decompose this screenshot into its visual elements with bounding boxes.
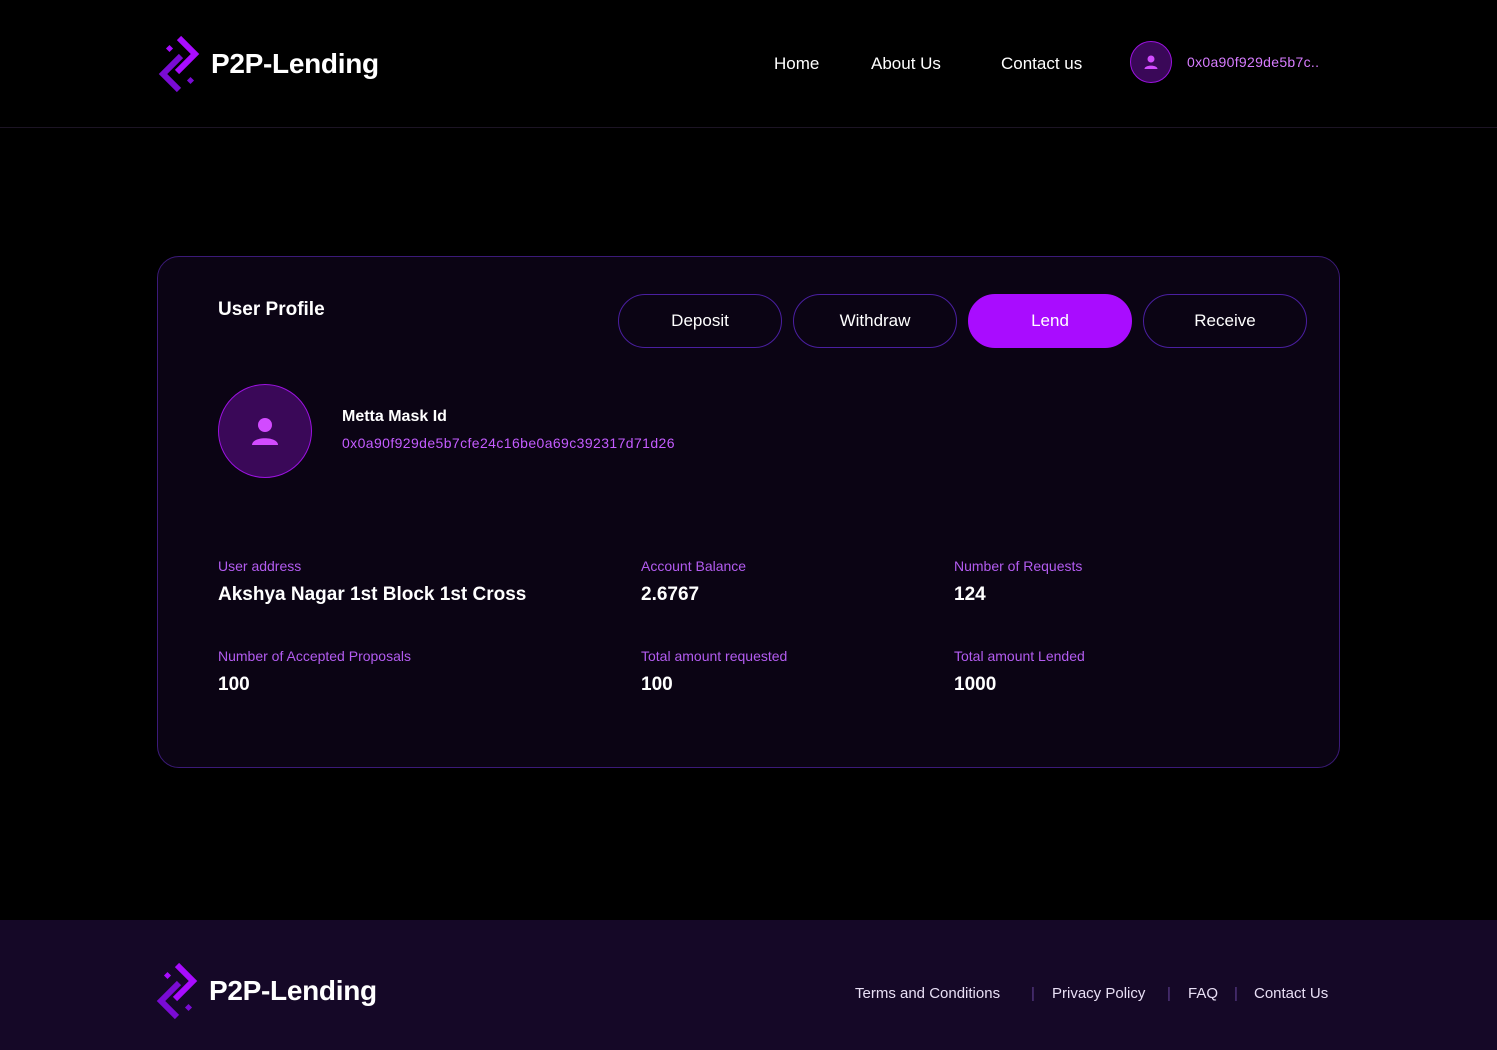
stat-user-address: User address Akshya Nagar 1st Block 1st … [218,558,526,606]
user-icon [252,418,278,445]
stat-label: Account Balance [641,558,747,574]
footer-separator: | [1031,985,1035,1002]
footer-contact-link[interactable]: Contact Us [1254,985,1328,1002]
stat-value: 100 [218,674,250,695]
footer-separator: | [1234,985,1238,1002]
profile-avatar [218,384,312,478]
footer-terms-link[interactable]: Terms and Conditions [855,985,1000,1002]
wallet-address-short[interactable]: 0x0a90f929de5b7c.. [1187,54,1319,70]
stat-label: Total amount Lended [954,648,1085,664]
deposit-button[interactable]: Deposit [618,294,782,348]
footer-faq-link[interactable]: FAQ [1188,985,1218,1002]
card-title: User Profile [218,299,325,320]
receive-button[interactable]: Receive [1143,294,1307,348]
user-icon [1144,55,1158,69]
withdraw-button[interactable]: Withdraw [793,294,957,348]
page: P2P-Lending Home About Us Contact us 0x0… [0,0,1497,1050]
stat-value: 2.6767 [641,584,700,605]
footer-privacy-link[interactable]: Privacy Policy [1052,985,1145,1002]
nav-home-link[interactable]: Home [774,54,819,74]
metamask-id: 0x0a90f929de5b7cfe24c16be0a69c392317d71d… [342,435,675,451]
footer-links: Terms and Conditions | Privacy Policy | … [0,985,1497,1005]
stat-value: Akshya Nagar 1st Block 1st Cross [218,584,527,605]
stat-accepted-proposals: Number of Accepted Proposals 100 [218,648,411,696]
nav-about-link[interactable]: About Us [871,54,941,74]
account-avatar[interactable] [1130,41,1172,83]
stat-label: Number of Accepted Proposals [218,648,411,664]
stat-label: User address [218,558,302,574]
stat-total-requested: Total amount requested 100 [641,648,787,696]
stat-label: Number of Requests [954,558,1083,574]
stat-value: 100 [641,674,673,695]
header: P2P-Lending Home About Us Contact us 0x0… [0,0,1497,128]
stat-value: 1000 [954,674,997,695]
stat-total-lended: Total amount Lended 1000 [954,648,1085,696]
nav-contact-link[interactable]: Contact us [1001,54,1082,74]
stat-label: Total amount requested [641,648,788,664]
lend-button[interactable]: Lend [968,294,1132,348]
stat-value: 124 [954,584,986,605]
stat-account-balance: Account Balance 2.6767 [641,558,746,606]
stat-number-of-requests: Number of Requests 124 [954,558,1082,606]
user-profile-card: User Profile Deposit Withdraw Lend Recei… [157,256,1340,768]
footer-separator: | [1167,985,1171,1002]
metamask-label: Metta Mask Id [342,408,447,425]
